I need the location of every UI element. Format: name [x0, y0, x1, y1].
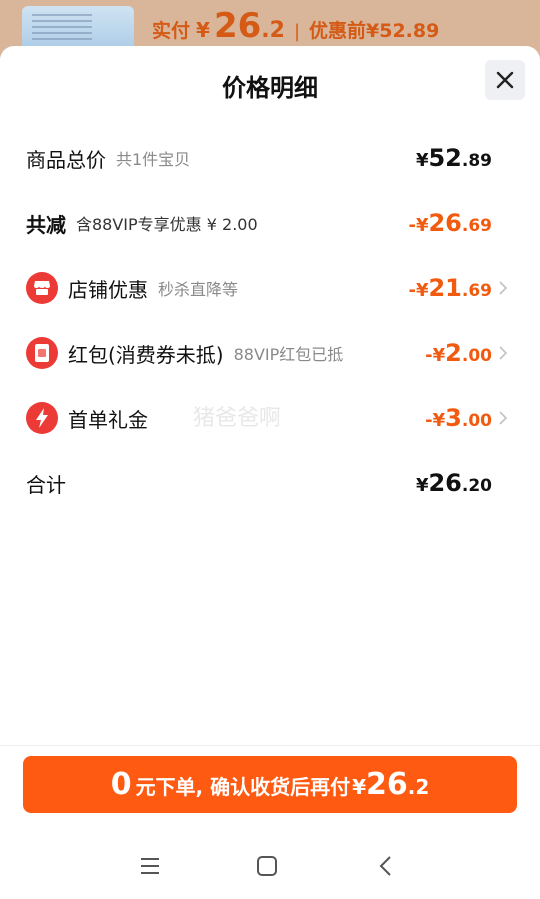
- home-button[interactable]: [247, 846, 287, 886]
- menu-icon: [141, 858, 159, 874]
- close-icon: [496, 71, 514, 89]
- row-sub: 共1件宝贝: [116, 150, 191, 169]
- paid-dec: .2: [261, 18, 285, 43]
- paid-label: 实付: [152, 20, 191, 42]
- row-sub: 秒杀直降等: [158, 280, 239, 299]
- amount-int: 52: [428, 144, 462, 172]
- before-discount-price: 优惠前¥52.89: [309, 20, 440, 42]
- back-button[interactable]: [365, 846, 405, 886]
- home-square-icon: [257, 856, 277, 876]
- amount-currency: -¥: [425, 410, 446, 431]
- row-shop-discount[interactable]: 店铺优惠 秒杀直降等 -¥ 21 .69: [26, 268, 514, 308]
- row-label: 店铺优惠: [68, 277, 148, 302]
- close-button[interactable]: [485, 60, 525, 100]
- amount-dec: .00: [461, 346, 492, 366]
- cta-currency: ¥: [352, 775, 367, 799]
- row-label: 合计: [26, 472, 66, 497]
- chevron-right-icon: [499, 411, 508, 425]
- row-sub: 含88VIP专享优惠 ¥ 2.00: [76, 215, 258, 234]
- row-amount: -¥ 2 .00: [425, 333, 492, 373]
- amount-int: 21: [428, 274, 462, 302]
- paid-int: 26: [213, 6, 262, 46]
- row-amount: -¥ 21 .69: [408, 268, 492, 308]
- row-amount: ¥ 26 .20: [416, 463, 492, 503]
- amount-currency: -¥: [425, 345, 446, 366]
- watermark: 猪爸爸啊: [193, 406, 282, 431]
- menu-button[interactable]: [130, 846, 170, 886]
- amount-currency: -¥: [408, 215, 429, 236]
- amount-currency: ¥: [415, 150, 429, 171]
- row-label: 商品总价: [26, 147, 106, 172]
- amount-dec: .00: [461, 411, 492, 431]
- sheet-title: 价格明细: [222, 74, 318, 102]
- amount-currency: ¥: [415, 475, 429, 496]
- back-icon: [379, 856, 391, 876]
- amount-dec: .20: [461, 476, 492, 496]
- system-nav-bar: [0, 846, 540, 886]
- cta-int: 26: [366, 767, 408, 802]
- separator: |: [293, 21, 301, 42]
- amount-dec: .89: [461, 151, 492, 171]
- amount-currency: -¥: [408, 280, 429, 301]
- cta-dec: .2: [407, 775, 430, 799]
- row-goods-total: 商品总价 共1件宝贝 ¥ 52 .89: [26, 138, 514, 178]
- chevron-right-icon: [499, 281, 508, 295]
- row-amount: ¥ 52 .89: [416, 138, 492, 178]
- currency-symbol: ¥: [196, 18, 210, 42]
- amount-int: 3: [445, 404, 462, 432]
- row-label: 共减: [26, 212, 66, 237]
- paid-price-summary: 实付 ¥ 26 .2 | 优惠前¥52.89: [152, 6, 439, 46]
- amount-int: 2: [445, 339, 462, 367]
- row-amount: -¥ 26 .69: [408, 203, 492, 243]
- store-icon: [26, 272, 58, 304]
- divider: [0, 745, 540, 746]
- row-label: 首单礼金: [68, 407, 148, 432]
- cta-zero: 0: [110, 767, 132, 802]
- chevron-right-icon: [499, 346, 508, 360]
- row-grand-total: 合计 ¥ 26 .20: [26, 463, 514, 503]
- amount-int: 26: [428, 469, 462, 497]
- place-order-button[interactable]: 0 元下单, 确认收货后再付 ¥ 26 .2: [23, 756, 517, 813]
- row-red-packet[interactable]: 红包(消费券未抵) 88VIP红包已抵 -¥ 2 .00: [26, 333, 514, 373]
- cta-text: 元下单, 确认收货后再付: [135, 775, 351, 799]
- lightning-icon: [26, 402, 58, 434]
- amount-dec: .69: [461, 216, 492, 236]
- amount-int: 26: [428, 209, 462, 237]
- row-amount: -¥ 3 .00: [425, 398, 492, 438]
- row-sub: 88VIP红包已抵: [233, 345, 344, 364]
- amount-dec: .69: [461, 281, 492, 301]
- row-label: 红包(消费券未抵): [68, 342, 224, 367]
- row-total-reduction: 共减 含88VIP专享优惠 ¥ 2.00 -¥ 26 .69: [26, 203, 514, 243]
- red-packet-icon: [26, 337, 58, 369]
